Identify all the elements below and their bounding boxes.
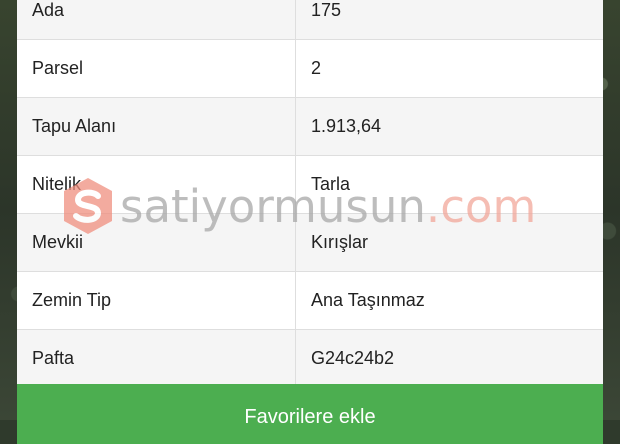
row-value: 175	[295, 0, 603, 40]
row-label: Tapu Alanı	[17, 97, 296, 156]
row-value: Kırışlar	[295, 213, 603, 272]
row-label: Zemin Tip	[17, 271, 296, 330]
row-value: Ana Taşınmaz	[295, 271, 603, 330]
table-row: Tapu Alanı 1.913,64	[17, 97, 603, 156]
row-label: Nitelik	[17, 155, 296, 214]
table-row: Zemin Tip Ana Taşınmaz	[17, 271, 603, 330]
row-value: Tarla	[295, 155, 603, 214]
parcel-info-card: Ada 175 Parsel 2 Tapu Alanı 1.913,64 Nit…	[17, 0, 603, 422]
row-value: G24c24b2	[295, 329, 603, 388]
table-row: Pafta G24c24b2	[17, 329, 603, 388]
parcel-info-table: Ada 175 Parsel 2 Tapu Alanı 1.913,64 Nit…	[17, 0, 603, 388]
table-row: Parsel 2	[17, 39, 603, 98]
add-to-favorites-button[interactable]: Favorilere ekle	[17, 384, 603, 444]
table-row: Nitelik Tarla	[17, 155, 603, 214]
row-label: Parsel	[17, 39, 296, 98]
table-row: Mevkii Kırışlar	[17, 213, 603, 272]
row-label: Mevkii	[17, 213, 296, 272]
table-row: Ada 175	[17, 0, 603, 40]
row-value: 2	[295, 39, 603, 98]
row-value: 1.913,64	[295, 97, 603, 156]
row-label: Pafta	[17, 329, 296, 388]
row-label: Ada	[17, 0, 296, 40]
